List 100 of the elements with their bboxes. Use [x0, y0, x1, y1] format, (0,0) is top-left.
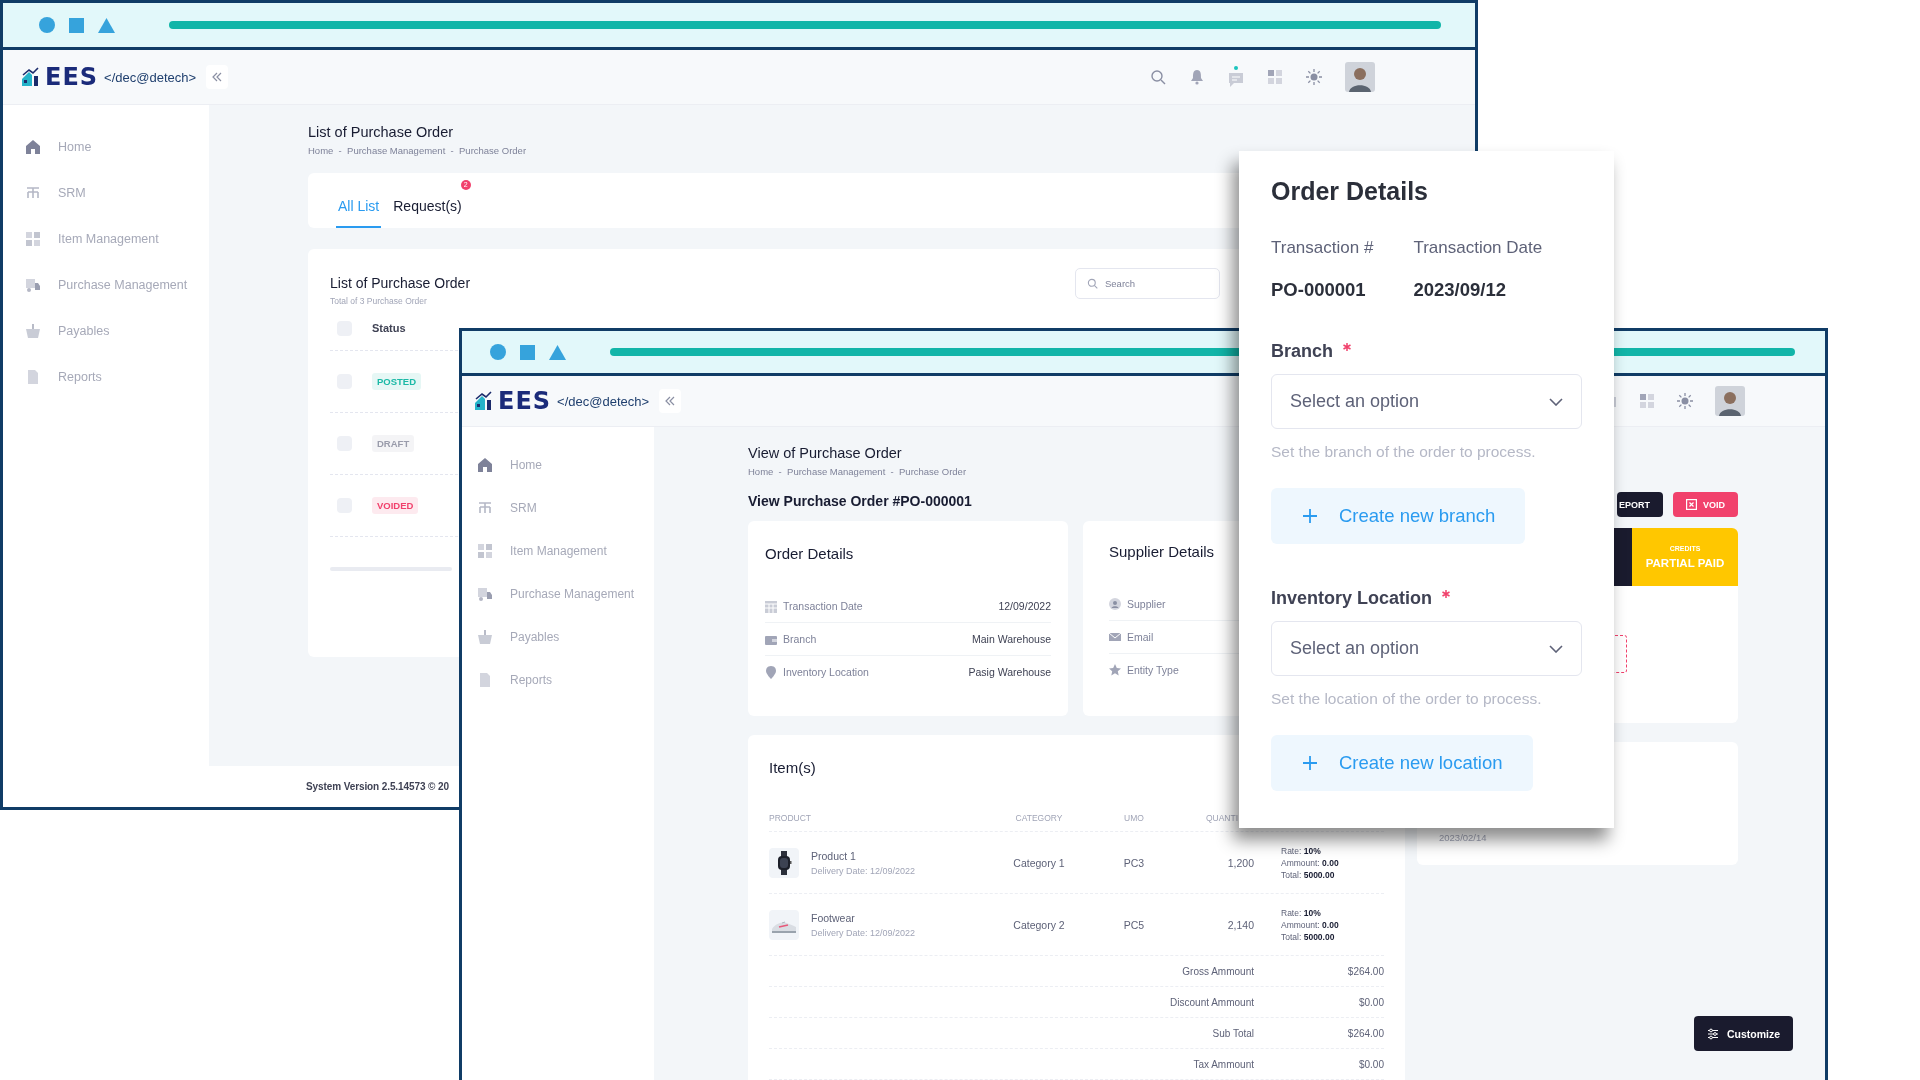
tab[interactable]: All List	[336, 173, 382, 228]
status-badge: POSTED	[372, 373, 422, 390]
field-label: Branch	[1271, 341, 1333, 362]
sidebar-item[interactable]: Purchase Management	[3, 277, 209, 293]
logo-tagline: </dec@detech>	[104, 69, 197, 85]
field-value: PO-000001	[1271, 279, 1367, 301]
home-icon	[25, 139, 41, 155]
card-title: List of Purchase Order	[330, 275, 471, 291]
column-header: CATEGORY	[1014, 812, 1064, 823]
select-field[interactable]: Select an option	[1271, 374, 1582, 429]
summary-label: Gross Ammount	[1181, 965, 1254, 977]
order-heading: View Purchase Order #PO-000001	[748, 493, 972, 509]
void-button[interactable]: VOID	[1673, 492, 1738, 517]
sidebar-item[interactable]: Reports	[462, 672, 654, 688]
bell-icon[interactable]	[1189, 69, 1205, 85]
pin-icon	[765, 665, 777, 679]
sidebar-item[interactable]: SRM	[462, 500, 654, 516]
version-text: System Version 2.5.14573 © 20	[306, 781, 449, 792]
sidebar-item[interactable]: Home	[462, 457, 654, 473]
card-title: Order Details	[765, 545, 854, 562]
summary-value: $0.00	[1357, 996, 1384, 1008]
field-label: Entity Type	[1127, 664, 1179, 676]
grid-icon	[25, 231, 41, 247]
customize-button[interactable]: Customize	[1694, 1016, 1793, 1051]
column-header: UMO	[1123, 812, 1145, 823]
rate-text: Rate: 10%	[1281, 906, 1322, 919]
sidebar-item[interactable]: Payables	[3, 323, 209, 339]
person-icon	[1109, 598, 1121, 610]
close-icon	[1686, 499, 1697, 510]
triangle-icon	[98, 17, 115, 33]
sidebar-item[interactable]: Payables	[462, 629, 654, 645]
truck-icon	[477, 586, 493, 602]
grid-icon[interactable]	[1639, 393, 1655, 409]
help-text: Set the branch of the order to process.	[1271, 443, 1537, 461]
envelope-icon	[1109, 631, 1121, 643]
field-label: Branch	[783, 633, 817, 645]
rate-text: Rate: 10%	[1281, 844, 1322, 857]
square-icon	[69, 17, 84, 33]
grid-icon[interactable]	[1267, 69, 1283, 85]
page-title: List of Purchase Order	[308, 124, 454, 140]
breadcrumb: Home - Purchase Management - Purchase Order	[748, 466, 967, 477]
summary-value: $264.00	[1346, 1027, 1384, 1039]
date-text: 2023/02/14	[1439, 832, 1487, 843]
logo-icon	[474, 391, 494, 411]
field-value: Main Warehouse	[972, 633, 1051, 645]
field-label: Transaction Date	[783, 600, 863, 612]
category-cell-text: Category 2	[1012, 918, 1066, 931]
truck-icon	[25, 277, 41, 293]
card-title: Item(s)	[769, 759, 816, 776]
double-chevron-icon	[212, 72, 223, 82]
calendar-icon	[765, 599, 777, 613]
total-text: Total: 5000.00	[1281, 930, 1336, 943]
sidebar-item[interactable]: Item Management	[462, 543, 654, 559]
create-button[interactable]: Create new location	[1271, 735, 1533, 791]
umo-cell-text: PC3	[1122, 856, 1146, 869]
summary-value: $0.00	[1357, 1058, 1384, 1070]
umo-cell-text: PC5	[1122, 918, 1146, 931]
logo-tagline: </dec@detech>	[557, 393, 650, 409]
report-button[interactable]: EPORT	[1616, 492, 1663, 517]
panel-title: Order Details	[1271, 177, 1429, 206]
quantity-cell-text: 1,200	[1226, 856, 1254, 869]
field-label: Transaction #	[1271, 238, 1374, 258]
sitemap-icon	[477, 500, 493, 516]
summary-label: Discount Ammount	[1169, 996, 1254, 1008]
search-field[interactable]: Search	[1075, 268, 1220, 299]
field-label: Inventory Location	[1271, 588, 1432, 609]
collapse-button[interactable]	[659, 389, 682, 413]
total-text: Total: 5000.00	[1281, 868, 1336, 881]
sun-icon[interactable]	[1306, 69, 1322, 85]
circle-icon	[490, 344, 506, 360]
square-icon	[520, 344, 535, 360]
field-label: Transaction Date	[1413, 238, 1543, 258]
sidebar-item[interactable]: Purchase Management	[462, 586, 654, 602]
sidebar-item[interactable]: SRM	[3, 185, 209, 201]
field-value: 2023/09/12	[1413, 279, 1507, 301]
product-name: Footwear	[811, 911, 856, 924]
collapse-button[interactable]	[206, 65, 229, 89]
basket-icon	[25, 323, 41, 339]
breadcrumb: Home - Purchase Management - Purchase Order	[308, 145, 527, 156]
sun-icon[interactable]	[1677, 393, 1693, 409]
sitemap-icon	[25, 185, 41, 201]
amount-text: Ammount: 0.00	[1281, 856, 1340, 869]
help-text: Set the location of the order to process.	[1271, 690, 1543, 708]
status-badge: DRAFT	[372, 435, 415, 452]
card-title: Supplier Details	[1109, 543, 1215, 560]
delivery-date: Delivery Date: 12/09/2022	[811, 927, 916, 938]
triangle-icon	[549, 344, 566, 360]
payment-status: PARTIAL PAID	[1645, 557, 1725, 569]
sidebar-item[interactable]: Reports	[3, 369, 209, 385]
create-button[interactable]: Create new branch	[1271, 488, 1526, 544]
sidebar-item[interactable]: Item Management	[3, 231, 209, 247]
chat-icon[interactable]	[1228, 66, 1244, 88]
avatar-icon[interactable]	[1345, 62, 1375, 92]
sidebar-item[interactable]: Home	[3, 139, 209, 155]
field-value: 12/09/2022	[998, 600, 1051, 612]
logo-text: EES	[45, 62, 99, 92]
double-chevron-icon	[665, 396, 676, 406]
search-icon[interactable]	[1150, 69, 1166, 85]
select-field[interactable]: Select an option	[1271, 621, 1582, 676]
avatar-icon[interactable]	[1715, 386, 1745, 416]
